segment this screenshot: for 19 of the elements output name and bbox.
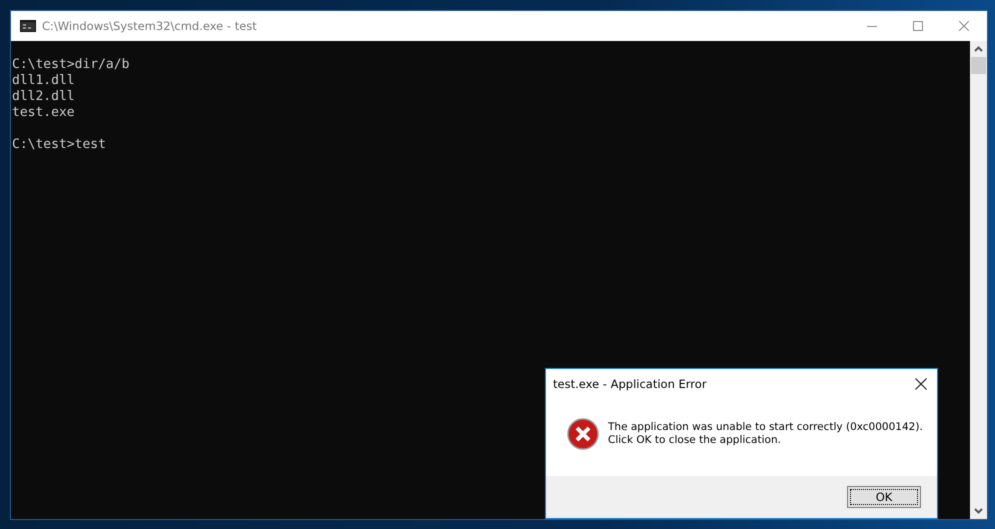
scroll-up-icon[interactable] — [974, 46, 983, 52]
ok-button[interactable]: OK — [847, 486, 921, 508]
error-message: The application was unable to start correctly (0xc0000142). — [608, 420, 923, 434]
console-line: C:\test>dir/a/b — [12, 57, 130, 73]
scroll-down-icon[interactable] — [974, 508, 983, 514]
console-line: dll1.dll — [12, 73, 75, 89]
console-line: test.exe — [12, 105, 75, 121]
console-icon — [20, 20, 36, 32]
close-icon — [915, 378, 927, 390]
console-line: dll2.dll — [12, 89, 75, 105]
error-icon — [567, 418, 599, 450]
maximize-icon — [913, 21, 923, 31]
close-icon — [959, 21, 969, 31]
error-message: Click OK to close the application. — [608, 434, 781, 446]
window-title: C:\Windows\System32\cmd.exe - test — [42, 19, 257, 33]
scrollbar[interactable] — [970, 41, 987, 519]
scroll-thumb[interactable] — [971, 57, 986, 74]
dialog-title: test.exe - Application Error — [553, 377, 707, 391]
console-line: C:\test>test — [12, 137, 106, 153]
